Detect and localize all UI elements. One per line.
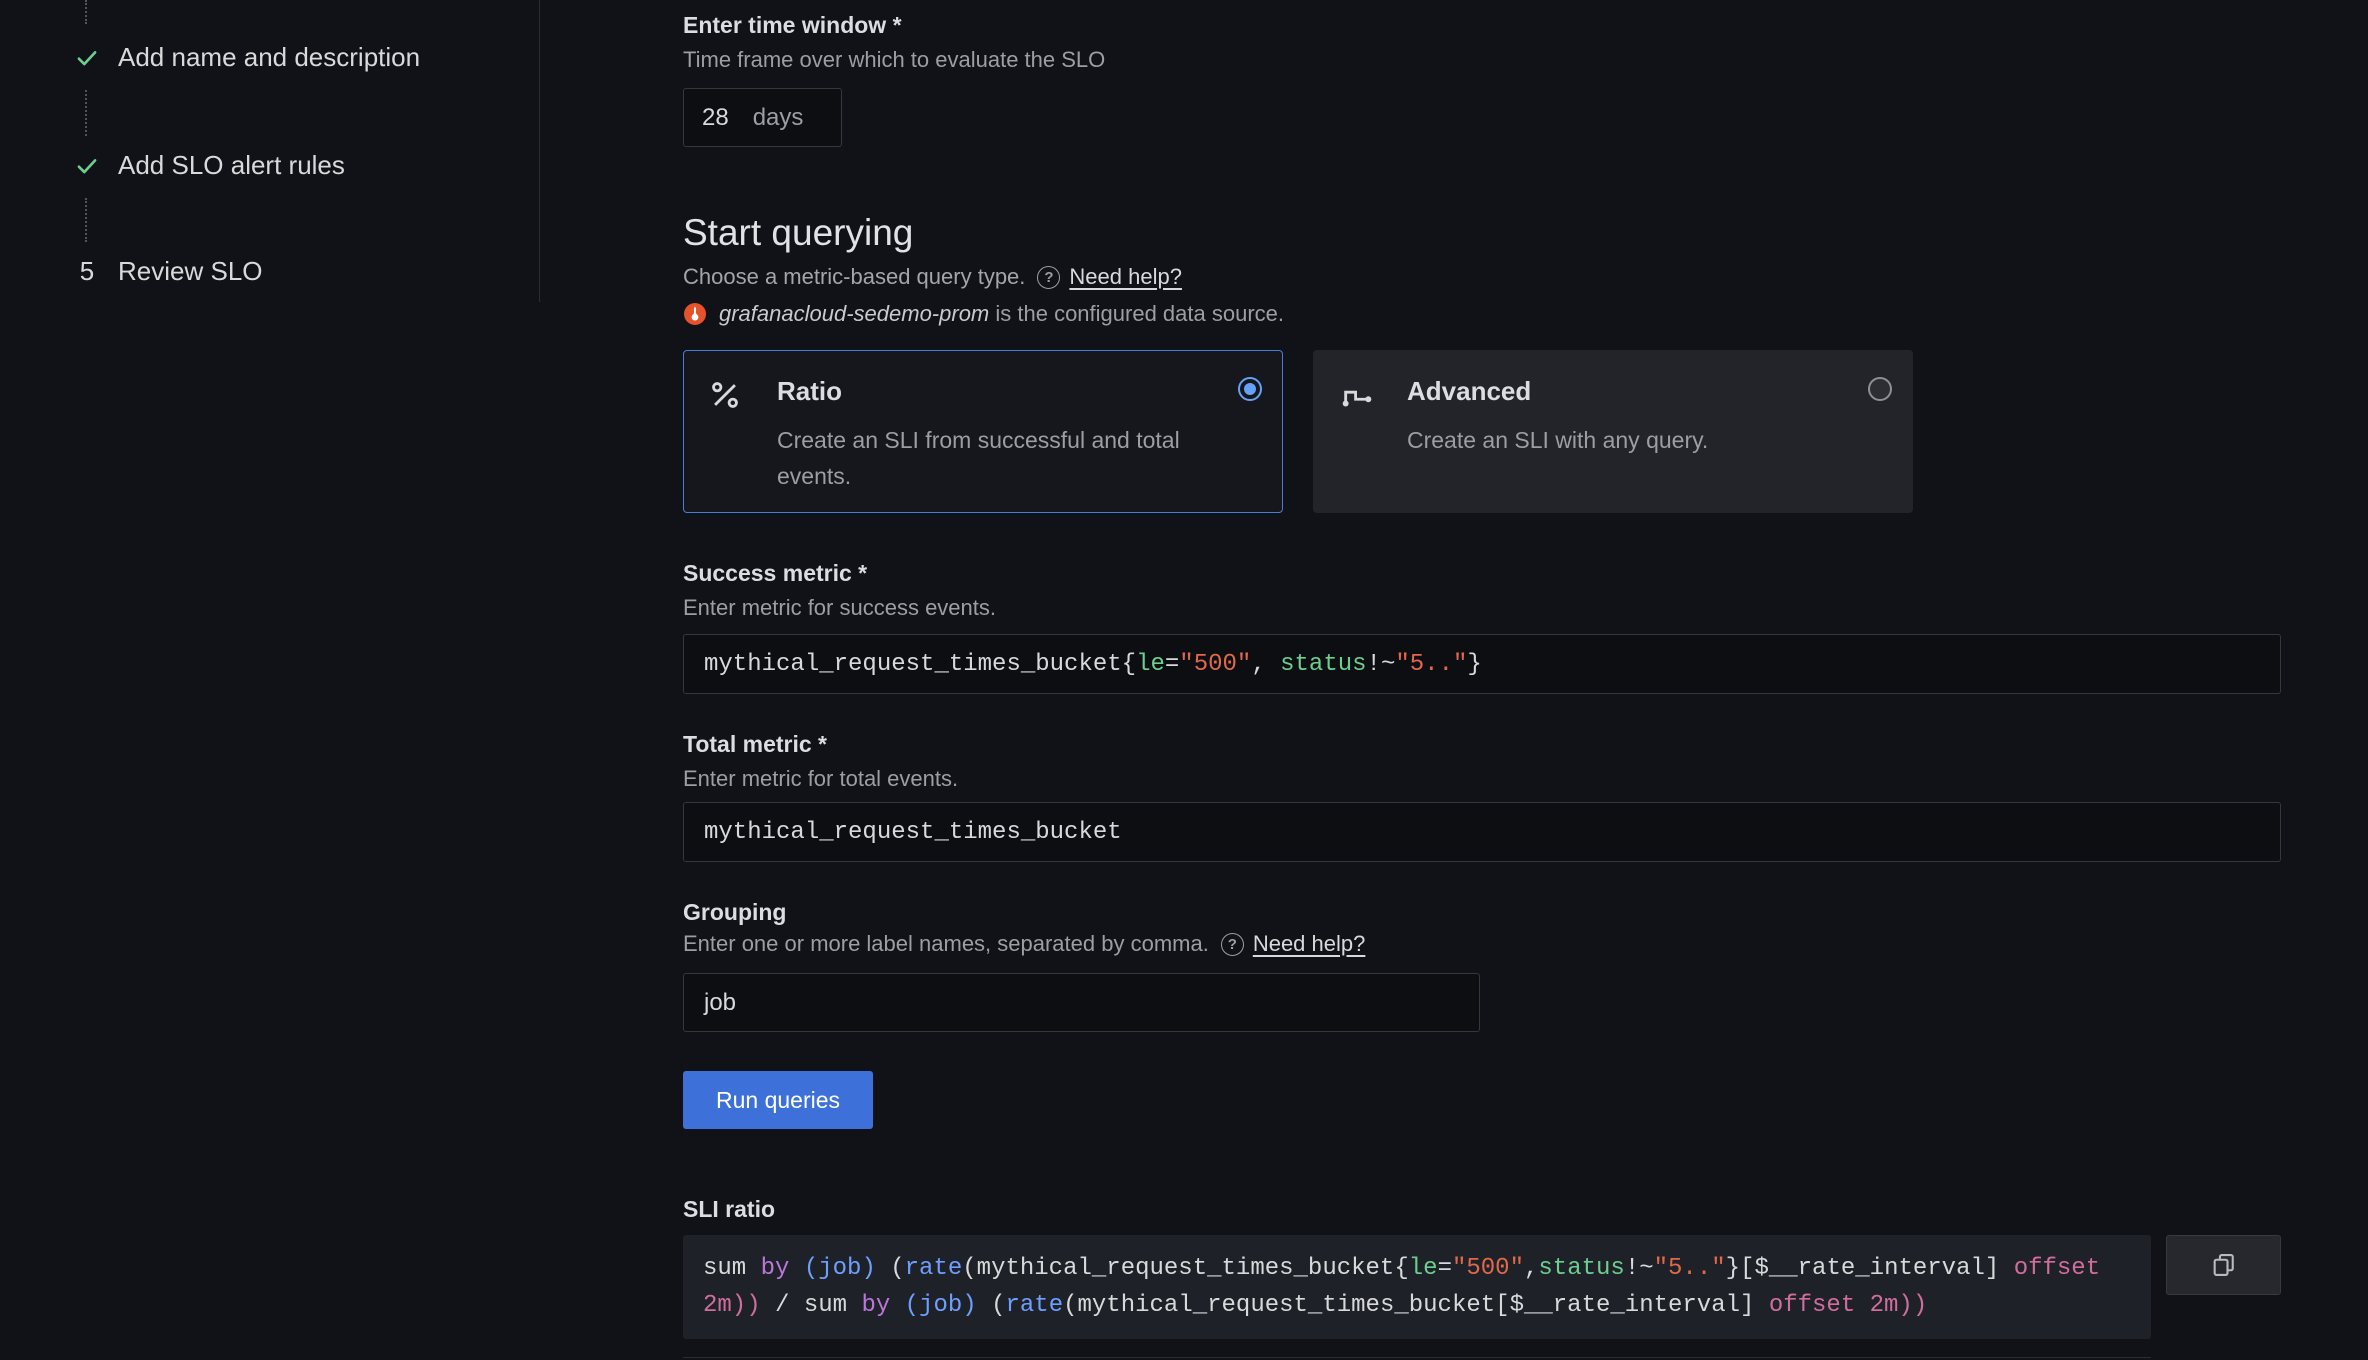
radio-unselected-icon[interactable] bbox=[1868, 377, 1892, 401]
steps-icon bbox=[1338, 375, 1407, 458]
stepper-connector bbox=[85, 198, 87, 242]
question-circle-icon: ? bbox=[1037, 266, 1060, 289]
success-metric-input[interactable]: mythical_request_times_bucket{le="500", … bbox=[683, 634, 2281, 694]
total-metric-description: Enter metric for total events. bbox=[683, 766, 958, 792]
query-type-card-advanced[interactable]: Advanced Create an SLI with any query. bbox=[1313, 350, 1913, 513]
stepper-connector bbox=[85, 0, 87, 24]
card-title: Advanced bbox=[1407, 375, 1708, 407]
grouping-label: Grouping bbox=[683, 899, 786, 926]
stepper-connector bbox=[85, 90, 87, 136]
total-metric-value: mythical_request_times_bucket bbox=[704, 819, 1122, 846]
query-type-subtitle: Choose a metric-based query type. bbox=[683, 264, 1025, 290]
sli-ratio-line: 2m)) / sum by (job) (rate(mythical_reque… bbox=[703, 1287, 2131, 1324]
stepper-divider bbox=[539, 0, 540, 302]
total-metric-input[interactable]: mythical_request_times_bucket bbox=[683, 802, 2281, 862]
grouping-description-row: Enter one or more label names, separated… bbox=[683, 931, 1365, 957]
time-window-value[interactable]: 28 bbox=[702, 104, 729, 132]
sli-ratio-line: sum by (job) (rate(mythical_request_time… bbox=[703, 1250, 2131, 1287]
query-type-card-ratio[interactable]: Ratio Create an SLI from successful and … bbox=[683, 350, 1283, 513]
sli-ratio-expression: sum by (job) (rate(mythical_request_time… bbox=[683, 1235, 2151, 1339]
datasource-name: grafanacloud-sedemo-prom bbox=[719, 301, 989, 326]
grouping-input[interactable]: job bbox=[683, 973, 1480, 1032]
card-description: Create an SLI with any query. bbox=[1407, 422, 1708, 458]
start-querying-title: Start querying bbox=[683, 212, 913, 254]
datasource-row: grafanacloud-sedemo-prom is the configur… bbox=[683, 301, 1284, 327]
card-description: Create an SLI from successful and total … bbox=[777, 422, 1247, 494]
grouping-need-help-link[interactable]: ? Need help? bbox=[1221, 931, 1366, 957]
grouping-value: job bbox=[704, 989, 736, 1017]
check-icon bbox=[74, 45, 100, 71]
datasource-suffix: is the configured data source. bbox=[989, 301, 1284, 326]
radio-selected-icon[interactable] bbox=[1238, 377, 1262, 401]
prometheus-icon bbox=[683, 302, 707, 326]
stepper-item-label: Review SLO bbox=[118, 256, 263, 287]
question-circle-icon: ? bbox=[1221, 933, 1244, 956]
sli-ratio-label: SLI ratio bbox=[683, 1196, 775, 1223]
success-metric-description: Enter metric for success events. bbox=[683, 595, 996, 621]
query-type-cards: Ratio Create an SLI from successful and … bbox=[683, 350, 1913, 513]
check-icon bbox=[74, 153, 100, 179]
stepper-item-name-description[interactable]: Add name and description bbox=[74, 42, 420, 73]
percent-icon bbox=[708, 375, 777, 494]
stepper-item-review-slo[interactable]: 5 Review SLO bbox=[74, 256, 263, 287]
section-divider bbox=[683, 1357, 2151, 1358]
success-metric-label: Success metric * bbox=[683, 560, 867, 587]
step-number: 5 bbox=[74, 256, 100, 287]
copy-icon bbox=[2210, 1251, 2238, 1279]
copy-button[interactable] bbox=[2166, 1235, 2281, 1295]
need-help-link-label[interactable]: Need help? bbox=[1069, 264, 1182, 290]
total-metric-label: Total metric * bbox=[683, 731, 827, 758]
need-help-link-label[interactable]: Need help? bbox=[1253, 931, 1366, 957]
need-help-link[interactable]: ? Need help? bbox=[1037, 264, 1182, 290]
query-type-subtitle-row: Choose a metric-based query type. ? Need… bbox=[683, 264, 1182, 290]
slo-wizard-page: Add name and description Add SLO alert r… bbox=[0, 0, 2368, 1360]
run-queries-button[interactable]: Run queries bbox=[683, 1071, 873, 1129]
time-window-unit: days bbox=[753, 104, 804, 132]
grouping-description: Enter one or more label names, separated… bbox=[683, 931, 1209, 957]
time-window-label: Enter time window * bbox=[683, 12, 902, 39]
stepper-item-alert-rules[interactable]: Add SLO alert rules bbox=[74, 150, 345, 181]
card-title: Ratio bbox=[777, 375, 1247, 407]
stepper-item-label: Add name and description bbox=[118, 42, 420, 73]
time-window-input[interactable]: 28 days bbox=[683, 88, 842, 147]
stepper-item-label: Add SLO alert rules bbox=[118, 150, 345, 181]
time-window-description: Time frame over which to evaluate the SL… bbox=[683, 47, 1105, 73]
